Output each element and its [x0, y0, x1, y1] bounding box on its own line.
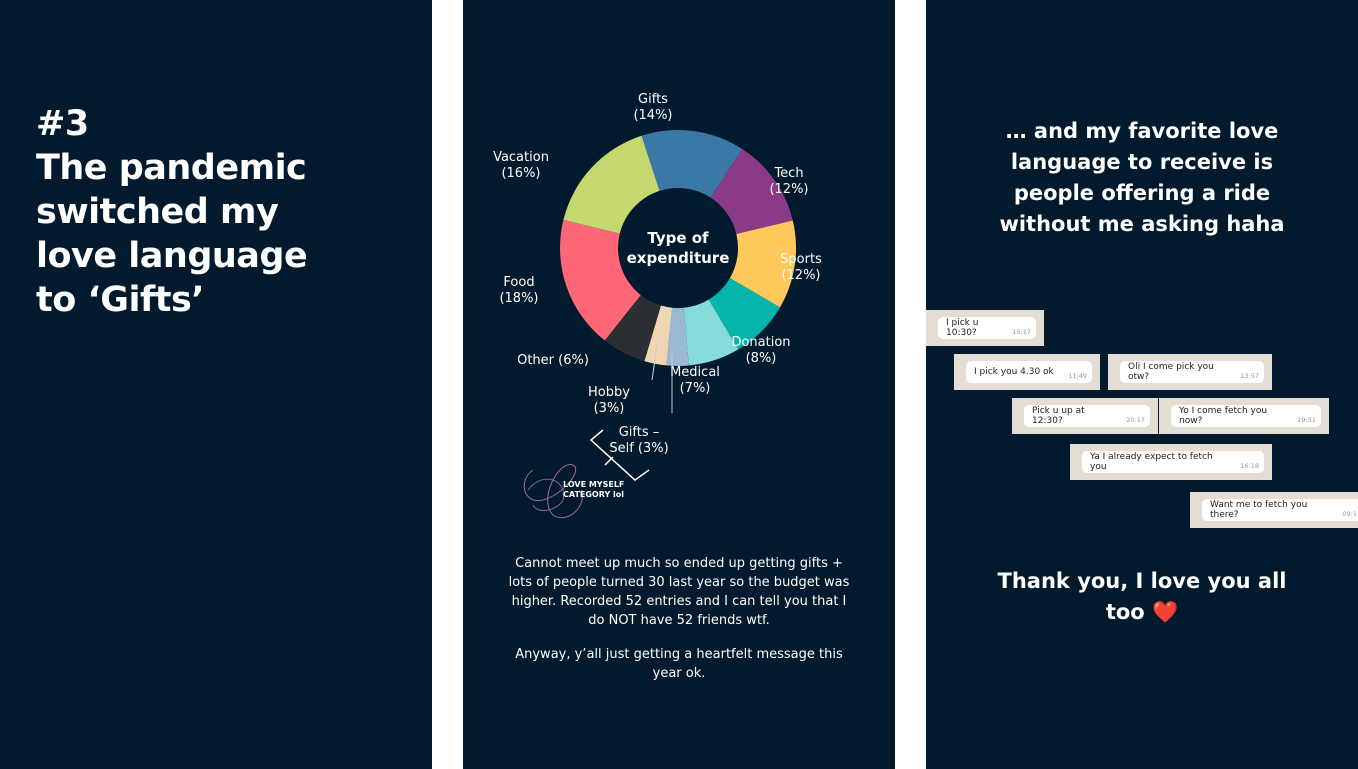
message-bubble: Ya I already expect to fetch you 16:18: [1082, 451, 1264, 473]
slice-label: Gifts (14%): [613, 92, 693, 124]
chat-screenshot: Yo I come fetch you now? 19:51: [1159, 398, 1329, 434]
slice-label-percent: (12%): [769, 182, 809, 197]
headline-line: to ‘Gifts’: [36, 280, 205, 320]
slice-label-name: Food: [503, 275, 535, 290]
slice-label: Vacation (16%): [481, 150, 561, 182]
message-time: 19:51: [1297, 416, 1316, 424]
headline-line: switched my: [36, 192, 279, 232]
slice-label-name: Donation: [731, 335, 791, 350]
message-bubble: I pick u 10:30? 15:17: [938, 317, 1036, 339]
message-time: 13:57: [1240, 372, 1259, 380]
slice-label-name: Sports: [780, 252, 822, 267]
message-text: Want me to fetch you there?: [1210, 500, 1308, 520]
slice-vacation: [563, 135, 660, 234]
slice-label-name: Gifts: [638, 92, 668, 107]
slice-label: Tech (12%): [749, 166, 829, 198]
message-bubble: Yo I come fetch you now? 19:51: [1171, 405, 1321, 427]
message-time: 09:1: [1342, 510, 1357, 518]
message-text: Ya I already expect to fetch you: [1090, 452, 1213, 472]
headline-line: #3: [36, 104, 89, 144]
chat-screenshot: Want me to fetch you there? 09:1: [1190, 492, 1358, 528]
note-text: Cannot meet up much so ended up getting …: [508, 556, 850, 628]
thanks-text: Thank you, I love you all too ❤️: [997, 569, 1287, 624]
slice-label-percent: (3%): [593, 401, 625, 416]
slice-label-percent: Self (3%): [609, 441, 669, 456]
message-bubble: Want me to fetch you there? 09:1: [1202, 499, 1358, 521]
right-panel: … and my favorite love language to recei…: [926, 0, 1358, 769]
slice-label: Gifts – Self (3%): [599, 425, 679, 457]
headline-line: The pandemic: [36, 148, 307, 188]
annotation-line: LOVE MYSELF: [563, 480, 625, 489]
chat-screenshot: Oli I come pick you otw? 13:57: [1108, 354, 1272, 390]
slice-label-percent: (7%): [679, 381, 711, 396]
message-text: Oli I come pick you otw?: [1128, 362, 1214, 382]
left-panel: #3 The pandemic switched my love languag…: [0, 0, 432, 769]
slice-label-percent: (18%): [499, 291, 539, 306]
note-text-2: Anyway, y’all just getting a heartfelt m…: [515, 647, 843, 681]
bracket-stem: [604, 456, 614, 466]
slice-label: Hobby (3%): [569, 385, 649, 417]
slice-label-percent: (16%): [501, 166, 541, 181]
ride-title: … and my favorite love language to recei…: [999, 119, 1285, 236]
message-text: I pick u 10:30?: [946, 318, 979, 338]
slice-label-percent: (12%): [781, 268, 821, 283]
chart-title: Type of expenditure: [626, 229, 730, 267]
message-bubble: Oli I come pick you otw? 13:57: [1120, 361, 1264, 383]
message-time: 11:49: [1068, 372, 1087, 380]
chat-screenshot: I pick u 10:30? 15:17: [926, 310, 1044, 346]
message-time: 20:17: [1126, 416, 1145, 424]
chat-screenshot: Pick u up at 12:30? 20:17: [1012, 398, 1158, 434]
slice-label-name: Other (6%): [517, 353, 589, 368]
love-myself-annotation: LOVE MYSELF CATEGORY lol: [563, 480, 624, 500]
chat-screenshot: I pick you 4.30 ok 11:49: [954, 354, 1100, 390]
slice-label-percent: (14%): [633, 108, 673, 123]
annotation-line: CATEGORY lol: [563, 490, 625, 499]
slice-label-name: Medical: [670, 365, 720, 380]
chat-screenshot: Ya I already expect to fetch you 16:18: [1070, 444, 1272, 480]
slice-label-name: Gifts –: [618, 425, 660, 440]
chart-panel: Type of expenditure Gifts (14%) Tech (12%) S…: [463, 0, 895, 769]
slice-label: Food (18%): [479, 275, 559, 307]
slice-label: Sports (12%): [761, 252, 841, 284]
headline: #3 The pandemic switched my love languag…: [36, 102, 308, 322]
message-bubble: I pick you 4.30 ok 11:49: [966, 361, 1092, 383]
slice-label: Medical (7%): [655, 365, 735, 397]
message-text: Yo I come fetch you now?: [1179, 406, 1268, 426]
slice-label-name: Tech: [774, 166, 804, 181]
message-time: 16:18: [1240, 462, 1259, 470]
slice-label: Donation (8%): [721, 335, 801, 367]
headline-line: love language: [36, 236, 308, 276]
message-text: Pick u up at 12:30?: [1032, 406, 1085, 426]
message-time: 15:17: [1012, 328, 1031, 336]
message-text: I pick you 4.30 ok: [974, 367, 1054, 377]
slice-label-name: Vacation: [493, 150, 549, 165]
message-bubble: Pick u up at 12:30? 20:17: [1024, 405, 1150, 427]
slice-label-name: Hobby: [588, 385, 630, 400]
slice-label: Other (6%): [513, 353, 593, 369]
